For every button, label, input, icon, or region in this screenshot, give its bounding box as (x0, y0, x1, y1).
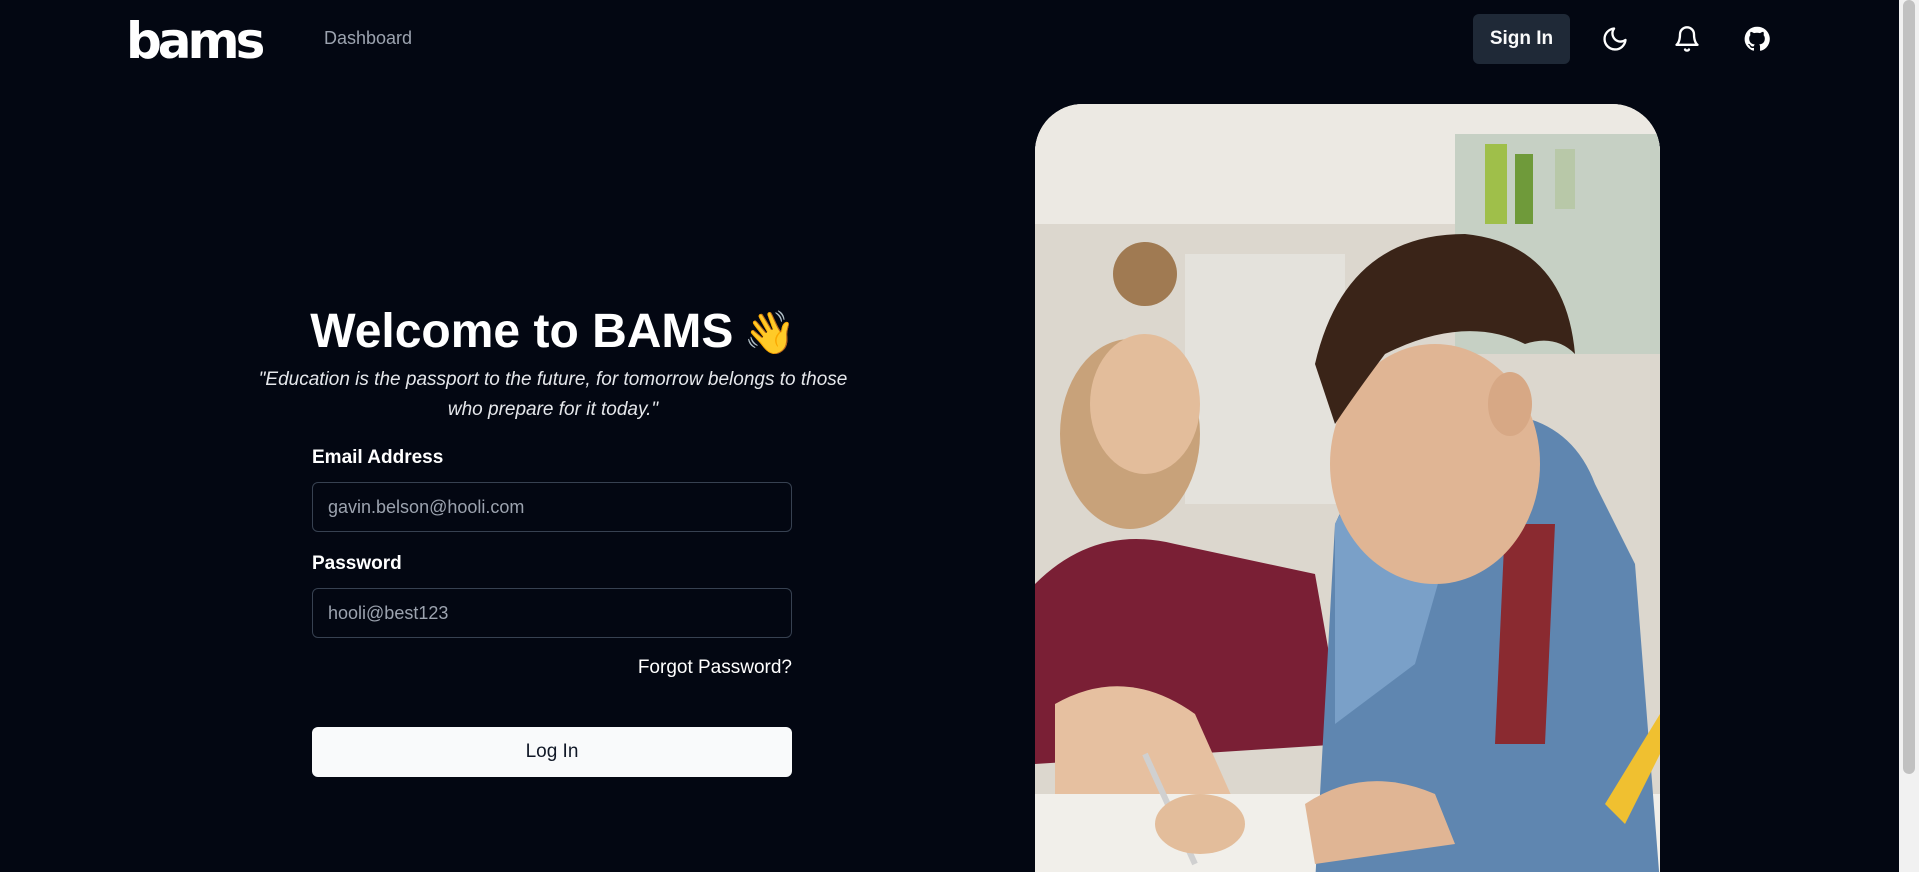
notifications-button[interactable] (1666, 18, 1708, 60)
password-field[interactable] (312, 588, 792, 638)
bams-logo[interactable]: bams (126, 14, 265, 68)
students-writing-illustration (1035, 104, 1660, 872)
github-button[interactable] (1736, 18, 1778, 60)
welcome-title-text: Welcome to BAMS (310, 305, 734, 358)
password-label: Password (312, 553, 402, 574)
hero-image (1035, 104, 1660, 872)
waving-hand-icon: 👋 (743, 309, 796, 356)
welcome-section: Welcome to BAMS 👋 "Education is the passp… (236, 300, 870, 425)
forgot-password-link[interactable]: Forgot Password? (312, 656, 792, 680)
theme-toggle-button[interactable] (1594, 18, 1636, 60)
login-form: Email Address Password Forgot Password? … (312, 446, 792, 777)
email-field[interactable] (312, 482, 792, 532)
nav-link-dashboard[interactable]: Dashboard (324, 28, 412, 49)
welcome-title: Welcome to BAMS 👋 (236, 300, 870, 365)
sign-in-button[interactable]: Sign In (1473, 14, 1570, 64)
bell-icon (1675, 26, 1699, 52)
welcome-quote: "Education is the passport to the future… (258, 369, 848, 420)
top-nav: bams Dashboard Sign In (0, 0, 1899, 80)
login-button[interactable]: Log In (312, 727, 792, 777)
moon-icon (1603, 27, 1627, 51)
email-label: Email Address (312, 447, 444, 468)
github-icon (1744, 26, 1770, 51)
scrollbar-thumb[interactable] (1903, 0, 1915, 774)
